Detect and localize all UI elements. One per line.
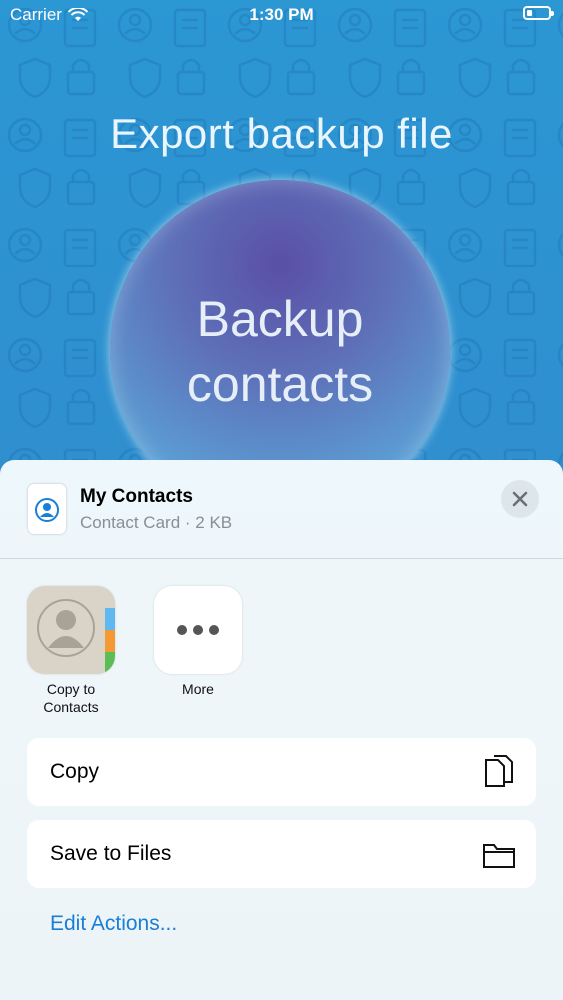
page-title: Export backup file — [110, 110, 453, 157]
screen: Carrier 1:30 PM Export backup file Backu… — [0, 0, 563, 1000]
share-sheet-header: My Contacts Contact Card · 2 KB — [0, 460, 563, 559]
close-button[interactable] — [501, 480, 539, 518]
more-icon — [154, 586, 242, 674]
more-app[interactable]: More — [154, 586, 242, 698]
file-name: My Contacts — [80, 486, 193, 507]
file-meta: Contact Card · 2 KB — [80, 513, 233, 532]
backup-line1: Backup — [196, 291, 364, 347]
copy-action[interactable]: Copy — [27, 738, 536, 806]
status-time: 1:30 PM — [249, 5, 314, 24]
edit-actions-link[interactable]: Edit Actions... — [50, 912, 177, 936]
contact-card-file-icon — [28, 484, 66, 534]
copy-to-contacts-app[interactable]: Copy to Contacts — [27, 586, 115, 716]
more-label: More — [182, 681, 214, 697]
contacts-app-icon — [27, 586, 115, 674]
save-to-files-label: Save to Files — [50, 842, 172, 865]
copy-action-label: Copy — [50, 760, 100, 783]
copy-icon — [485, 755, 513, 787]
copy-to-contacts-label: Copy to Contacts — [43, 681, 99, 715]
battery-icon — [523, 6, 554, 20]
share-sheet: My Contacts Contact Card · 2 KB Copy to … — [0, 460, 563, 1000]
status-bar: Carrier 1:30 PM — [0, 0, 563, 30]
save-to-files-action[interactable]: Save to Files — [27, 820, 536, 888]
folder-icon — [483, 844, 515, 868]
backup-line2: contacts — [186, 356, 374, 412]
close-icon — [512, 491, 528, 507]
